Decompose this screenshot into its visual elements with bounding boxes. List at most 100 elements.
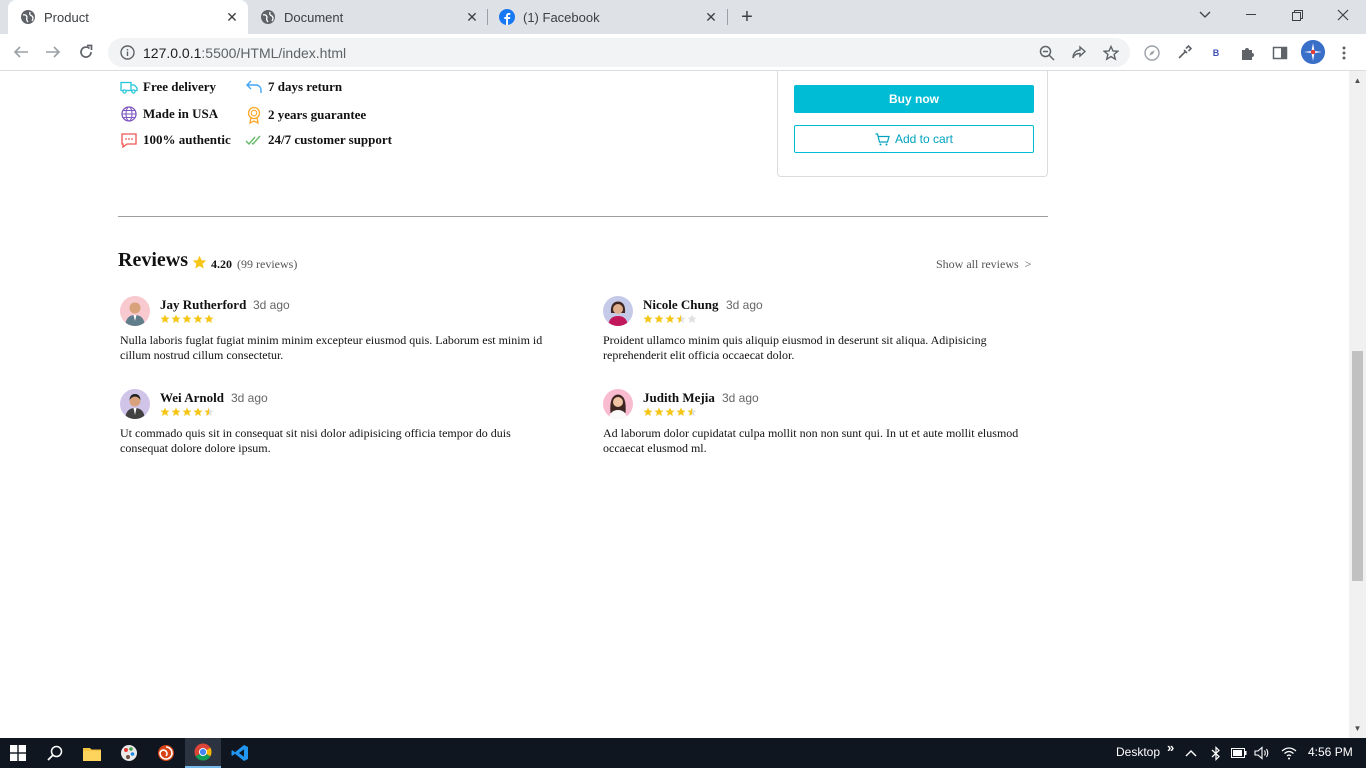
tab-document[interactable]: Document ✕ xyxy=(248,0,488,34)
url-text[interactable]: 127.0.0.1:5500/HTML/index.html xyxy=(143,45,346,61)
close-window-button[interactable] xyxy=(1320,0,1366,30)
bluetooth-icon[interactable] xyxy=(1208,745,1224,761)
feature-free-delivery: Free delivery xyxy=(120,79,216,95)
star-icon xyxy=(687,407,697,416)
star-rating xyxy=(160,314,215,324)
review-item: Wei Arnold 3d ago Ut commado quis sit in… xyxy=(120,389,560,459)
truck-icon xyxy=(120,81,138,94)
close-icon[interactable]: ✕ xyxy=(703,9,719,25)
buy-now-button[interactable]: Buy now xyxy=(794,85,1034,113)
reload-button[interactable] xyxy=(74,40,98,64)
tab-product[interactable]: Product ✕ xyxy=(8,0,248,34)
chevron-up-icon[interactable] xyxy=(1183,745,1199,761)
feature-label: Made in USA xyxy=(143,106,219,121)
back-button[interactable] xyxy=(9,40,33,64)
wifi-icon[interactable] xyxy=(1281,745,1297,761)
review-time: 3d ago xyxy=(726,298,763,312)
show-all-reviews-link[interactable]: Show all reviews > xyxy=(936,257,1031,272)
section-divider xyxy=(118,216,1048,217)
review-time: 3d ago xyxy=(231,391,268,405)
avatar xyxy=(603,389,633,419)
menu-kebab-icon[interactable] xyxy=(1334,43,1354,63)
address-bar[interactable]: 127.0.0.1:5500/HTML/index.html xyxy=(108,38,1130,67)
side-panel-icon[interactable] xyxy=(1270,43,1290,63)
compass-extension-icon[interactable] xyxy=(1142,43,1162,63)
windows-start-icon[interactable] xyxy=(0,738,36,768)
minimize-button[interactable] xyxy=(1228,0,1274,30)
desktop-toolbar-label[interactable]: Desktop xyxy=(1116,745,1160,759)
globe-icon xyxy=(121,106,137,122)
arrow-right-icon xyxy=(46,46,61,58)
file-explorer-icon[interactable] xyxy=(74,738,110,768)
url-host: 127.0.0.1 xyxy=(143,45,202,61)
taskbar: Desktop » 4:56 PM xyxy=(0,738,1366,768)
clock-time[interactable]: 4:56 PM xyxy=(1308,745,1353,759)
arrow-left-icon xyxy=(13,46,28,58)
tab-title: Document xyxy=(284,9,344,25)
profile-extension-icon[interactable]: B xyxy=(1206,43,1226,63)
zoom-icon[interactable] xyxy=(1038,44,1056,62)
restore-button[interactable] xyxy=(1274,0,1320,30)
scrollbar-thumb[interactable] xyxy=(1352,351,1363,581)
add-to-cart-button[interactable]: Add to cart xyxy=(794,125,1034,153)
star-icon xyxy=(171,314,181,323)
page-scrollbar[interactable]: ▲ ▼ xyxy=(1349,71,1366,738)
tab-facebook[interactable]: (1) Facebook ✕ xyxy=(487,0,727,34)
star-icon xyxy=(171,407,181,416)
bookmark-star-icon[interactable] xyxy=(1102,44,1120,62)
review-text: Nulla laboris fuglat fugiat minim minim … xyxy=(120,333,543,362)
star-icon xyxy=(643,407,653,416)
volume-icon[interactable] xyxy=(1254,745,1270,761)
feature-support: 24/7 customer support xyxy=(245,132,392,148)
chat-dots-icon xyxy=(121,133,137,148)
extensions-puzzle-icon[interactable] xyxy=(1238,43,1258,63)
feature-label: 2 years guarantee xyxy=(268,107,367,122)
feature-label: 100% authentic xyxy=(143,132,231,147)
facebook-icon xyxy=(499,9,515,25)
add-to-cart-label: Add to cart xyxy=(894,132,954,146)
close-icon[interactable]: ✕ xyxy=(464,9,480,25)
star-rating xyxy=(160,407,215,417)
swirl-app-icon[interactable] xyxy=(148,738,184,768)
reviewer-name: Jay Rutherford xyxy=(160,297,247,312)
new-tab-button[interactable]: + xyxy=(737,7,757,27)
reviews-heading: Reviews xyxy=(118,249,188,271)
scroll-down-icon[interactable]: ▼ xyxy=(1353,724,1362,733)
review-time: 3d ago xyxy=(253,298,290,312)
paint-app-icon[interactable] xyxy=(111,738,147,768)
reviewer-name: Judith Mejia xyxy=(643,390,715,405)
reviewer-name: Nicole Chung xyxy=(643,297,719,312)
chrome-taskbar-icon[interactable] xyxy=(185,738,221,768)
globe-icon xyxy=(21,10,35,24)
star-icon xyxy=(643,314,653,323)
profile-avatar[interactable] xyxy=(1301,40,1325,64)
info-icon[interactable] xyxy=(120,45,135,60)
star-icon xyxy=(665,314,675,323)
star-icon xyxy=(204,314,214,323)
tab-search-icon[interactable] xyxy=(1182,0,1228,30)
star-icon xyxy=(182,314,192,323)
vscode-taskbar-icon[interactable] xyxy=(222,738,258,768)
review-time: 3d ago xyxy=(722,391,759,405)
search-icon[interactable] xyxy=(37,738,73,768)
share-icon[interactable] xyxy=(1070,44,1088,62)
eyedropper-extension-icon[interactable] xyxy=(1174,43,1194,63)
browser-toolbar: 127.0.0.1:5500/HTML/index.html B xyxy=(0,34,1366,71)
close-icon[interactable]: ✕ xyxy=(224,9,240,25)
page-viewport: Free delivery 7 days return Made in USA … xyxy=(0,71,1349,738)
cart-icon xyxy=(875,132,890,145)
forward-button[interactable] xyxy=(41,40,65,64)
scroll-up-icon[interactable]: ▲ xyxy=(1353,76,1362,85)
feature-guarantee: 2 years guarantee xyxy=(245,106,366,124)
star-icon xyxy=(676,407,686,416)
reload-icon xyxy=(80,44,93,58)
review-text: Ut commado quis sit in consequat sit nis… xyxy=(120,426,511,455)
battery-icon[interactable] xyxy=(1231,745,1247,761)
award-icon xyxy=(247,106,261,124)
avatar xyxy=(120,389,150,419)
star-icon xyxy=(687,314,697,323)
feature-label: 24/7 customer support xyxy=(268,132,392,147)
toolbar-overflow-icon[interactable]: » xyxy=(1167,740,1174,755)
review-item: Nicole Chung 3d ago Proident ullamco min… xyxy=(603,296,1043,366)
reviews-count: (99 reviews) xyxy=(237,257,298,271)
